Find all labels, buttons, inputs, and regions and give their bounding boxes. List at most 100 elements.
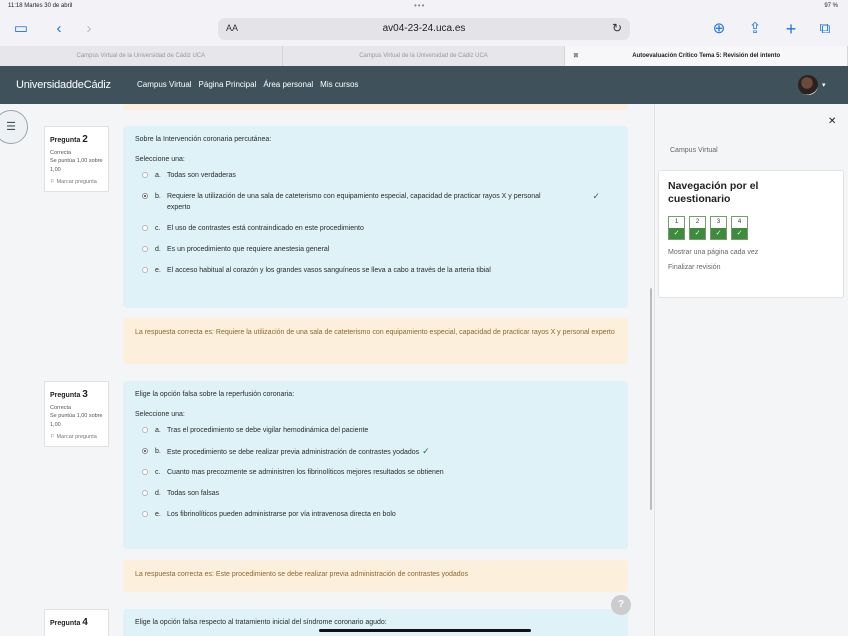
correct-answer-feedback: La respuesta correcta es: Requiere la ut… — [123, 318, 628, 364]
status-bar: 11:18 Martes 30 de abril ••• 97 % — [0, 0, 848, 12]
question-nav-button-2[interactable]: 2 ✓ — [689, 216, 706, 240]
question-formulation: Sobre la Intervención coronaria percután… — [123, 126, 628, 308]
question-nav-button-3[interactable]: 3 ✓ — [710, 216, 727, 240]
close-tab-icon[interactable]: ⊠ — [573, 46, 578, 66]
battery-indicator: 97 % — [824, 3, 838, 9]
question-nav-number: 2 — [695, 219, 700, 225]
answer-text: Es un procedimiento que requiere anestes… — [167, 246, 330, 253]
nav-campus-virtual[interactable]: Campus Virtual — [137, 80, 192, 89]
radio-button-selected — [142, 193, 148, 199]
answer-text: El uso de contrastes está contraindicado… — [167, 225, 364, 232]
answer-option: e. El acceso habitual al corazón y los gr… — [135, 265, 616, 286]
answer-letter: e. — [155, 267, 161, 274]
radio-button-selected — [142, 448, 148, 454]
answer-letter: c. — [155, 469, 161, 476]
status-time: 11:18 Martes 30 de abril — [8, 3, 73, 9]
main-nav: Campus Virtual Página Principal Área per… — [137, 80, 358, 89]
question-number: Pregunta 3 — [50, 387, 103, 402]
question-nav-button-1[interactable]: 1 ✓ — [668, 216, 685, 240]
check-icon: ✓ — [732, 228, 747, 239]
radio-button — [142, 427, 148, 433]
quiz-navigation-drawer: ✕ Campus Virtual Navegación por el cuest… — [654, 104, 848, 636]
tab-bar: Campus Virtual de la Universidad de Cádi… — [0, 46, 848, 66]
quiz-navigation-block: Navegación por el cuestionario 1 ✓ 2 ✓ 3 ✓ … — [658, 170, 844, 298]
answer-text: Requiere la utilización de una sala de c… — [167, 193, 541, 211]
tab-label: Campus Virtual de la Universidad de Cádi… — [76, 53, 206, 59]
answer-option: c. El uso de contrastes está contraindica… — [135, 223, 616, 244]
answer-letter: e. — [155, 511, 161, 518]
site-logo[interactable]: UniversidaddeCádiz — [16, 79, 111, 91]
correct-answer-feedback: La respuesta correcta es: Este procedimi… — [123, 560, 628, 592]
forward-icon[interactable]: › — [80, 20, 98, 38]
answer-option-selected: b. Este procedimiento se debe realizar pr… — [135, 446, 616, 467]
question-number-value: 3 — [82, 389, 88, 400]
question-nav-number: 3 — [716, 219, 721, 225]
flag-icon: ⚐ — [50, 433, 55, 440]
tabs-overview-icon[interactable]: ⧉ — [816, 20, 834, 38]
question-nav-number: 4 — [737, 219, 742, 225]
avatar[interactable] — [798, 75, 818, 95]
question-number-label: Pregunta — [50, 620, 81, 627]
tab-active-quiz-review[interactable]: ⊠ Autoevaluación Crítico Tema 5: Revisió… — [565, 46, 848, 66]
question-number: Pregunta 2 — [50, 132, 103, 147]
radio-button — [142, 172, 148, 178]
back-icon[interactable]: ‹ — [50, 20, 68, 38]
answer-option: c. Cuanto mas precozmente se administren … — [135, 467, 616, 488]
correct-check-icon: ✓ — [422, 446, 430, 456]
question-number-value: 4 — [82, 617, 88, 628]
answer-letter: c. — [155, 225, 161, 232]
check-icon: ✓ — [669, 228, 684, 239]
radio-button — [142, 511, 148, 517]
address-bar[interactable]: AA av04-23-24.uca.es ↻ — [218, 18, 630, 40]
answer-text: Cuanto mas precozmente se administren lo… — [167, 469, 444, 476]
question-formulation: Elige la opción falsa sobre la reperfusi… — [123, 381, 628, 549]
multitask-dots[interactable]: ••• — [414, 1, 425, 10]
chevron-down-icon[interactable]: ▾ — [822, 81, 826, 89]
flag-question-link[interactable]: ⚐ Marcar pregunta — [50, 178, 103, 186]
drawer-breadcrumb[interactable]: Campus Virtual — [670, 147, 718, 154]
answer-letter: d. — [155, 490, 161, 497]
sidebar-icon[interactable]: ▭ — [12, 20, 30, 38]
answer-letter: a. — [155, 172, 161, 179]
question-grade: Se puntúa 1,00 sobre 1,00 — [50, 413, 103, 428]
nav-mis-cursos[interactable]: Mis cursos — [320, 80, 358, 89]
question-nav-button-4[interactable]: 4 ✓ — [731, 216, 748, 240]
question-grade: Se puntúa 1,00 sobre 1,00 — [50, 158, 103, 173]
answer-option: d. Es un procedimiento que requiere anest… — [135, 244, 616, 265]
question-info: Pregunta 4 — [44, 609, 109, 636]
nav-pagina-principal[interactable]: Página Principal — [199, 80, 257, 89]
close-icon[interactable]: ✕ — [828, 116, 836, 127]
check-icon: ✓ — [711, 228, 726, 239]
question-number-label: Pregunta — [50, 392, 81, 399]
nav-area-personal[interactable]: Área personal — [263, 80, 313, 89]
answer-option: d. Todas son falsas — [135, 488, 616, 509]
help-button[interactable]: ? — [611, 595, 631, 615]
tab-label: Autoevaluación Crítico Tema 5: Revisión … — [632, 53, 781, 59]
tab-campus-1[interactable]: Campus Virtual de la Universidad de Cádi… — [0, 46, 283, 66]
radio-button — [142, 267, 148, 273]
url-text[interactable]: av04-23-24.uca.es — [218, 23, 630, 34]
show-one-page-link[interactable]: Mostrar una página cada vez — [668, 249, 834, 256]
select-one-label: Seleccione una: — [135, 156, 185, 163]
correct-check-icon: ✓ — [592, 191, 600, 201]
share-icon[interactable]: ⇪ — [746, 20, 764, 38]
answer-text: Todas son verdaderas — [167, 172, 236, 179]
tab-campus-2[interactable]: Campus Virtual de la Universidad de Cádi… — [283, 46, 566, 66]
finish-review-link[interactable]: Finalizar revisión — [668, 264, 834, 271]
answer-letter: a. — [155, 427, 161, 434]
question-nav-buttons: 1 ✓ 2 ✓ 3 ✓ 4 ✓ — [668, 216, 834, 240]
previous-feedback-edge — [123, 104, 628, 110]
new-tab-icon[interactable]: + — [782, 20, 800, 38]
question-number-label: Pregunta — [50, 137, 81, 144]
flag-icon: ⚐ — [50, 178, 55, 185]
answer-letter: b. — [155, 193, 161, 200]
flag-question-link[interactable]: ⚐ Marcar pregunta — [50, 433, 103, 441]
scrollbar[interactable] — [650, 288, 652, 510]
download-icon[interactable]: ⊕ — [710, 20, 728, 38]
answer-text: Todas son falsas — [167, 490, 220, 497]
flag-label: Marcar pregunta — [56, 433, 97, 440]
question-number-value: 2 — [82, 134, 88, 145]
answer-option: a. Tras el procedimiento se debe vigilar … — [135, 425, 616, 446]
reload-icon[interactable]: ↻ — [612, 21, 622, 35]
radio-button — [142, 246, 148, 252]
